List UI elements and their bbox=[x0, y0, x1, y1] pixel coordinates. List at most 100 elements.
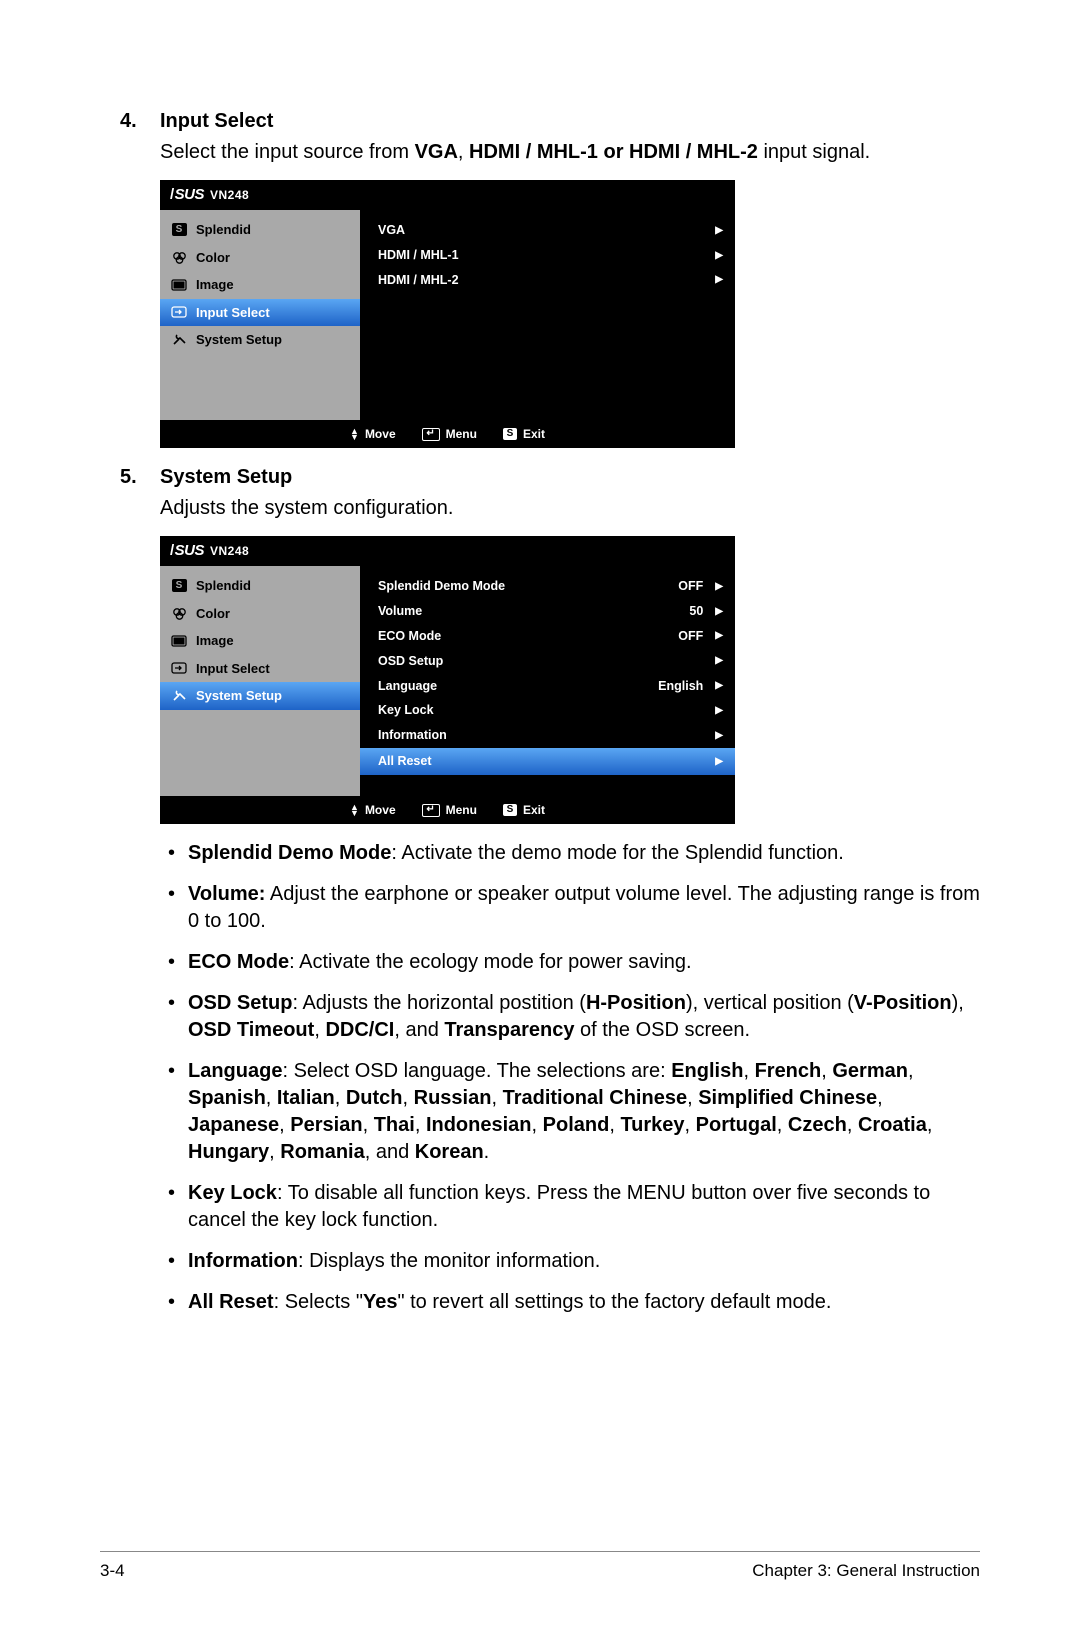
sidebar-item-color[interactable]: Color bbox=[160, 244, 360, 272]
sidebar-item-system-setup[interactable]: System Setup bbox=[160, 682, 360, 710]
sidebar-item-input-select[interactable]: Input Select bbox=[160, 655, 360, 683]
option-hdmi-1[interactable]: HDMI / MHL-1 ▶ bbox=[378, 243, 723, 268]
option-label: All Reset bbox=[378, 753, 432, 770]
option-vga[interactable]: VGA ▶ bbox=[378, 218, 723, 243]
text-bold: Dutch bbox=[346, 1087, 403, 1109]
osd-header: SUS VN248 bbox=[160, 180, 735, 210]
image-icon bbox=[170, 634, 188, 648]
text-bold: Simplified Chinese bbox=[698, 1087, 877, 1109]
sidebar-item-label: Input Select bbox=[196, 660, 270, 678]
text-bold: VGA bbox=[415, 141, 458, 163]
osd-footer: ▲▼ Move ↵ Menu S Exit bbox=[160, 796, 735, 824]
option-label: Volume bbox=[378, 603, 422, 620]
list-item: ECO Mode: Activate the ecology mode for … bbox=[160, 949, 980, 976]
splendid-icon: S bbox=[170, 579, 188, 593]
text: : Adjusts the horizontal postition ( bbox=[292, 992, 586, 1014]
option-information[interactable]: Information ▶ bbox=[378, 723, 723, 748]
section-number: 5. bbox=[120, 464, 160, 491]
option-label: HDMI / MHL-2 bbox=[378, 272, 459, 289]
text-bold: Yes bbox=[363, 1291, 397, 1313]
image-icon bbox=[170, 278, 188, 292]
updown-icon: ▲▼ bbox=[350, 428, 359, 440]
text-bold: Indonesian bbox=[426, 1114, 532, 1136]
text-bold: Volume: bbox=[188, 883, 265, 905]
option-label: Information bbox=[378, 727, 447, 744]
option-all-reset[interactable]: All Reset ▶ bbox=[360, 748, 735, 775]
tools-icon bbox=[170, 689, 188, 703]
footer-menu: ↵ Menu bbox=[422, 426, 477, 442]
sidebar-item-color[interactable]: Color bbox=[160, 600, 360, 628]
option-label: VGA bbox=[378, 222, 405, 239]
option-splendid-demo[interactable]: Splendid Demo Mode OFF▶ bbox=[378, 574, 723, 599]
footer-label: Exit bbox=[523, 802, 545, 818]
input-icon bbox=[170, 305, 188, 319]
list-item: OSD Setup: Adjusts the horizontal postit… bbox=[160, 990, 980, 1044]
sidebar-item-splendid[interactable]: S Splendid bbox=[160, 572, 360, 600]
sidebar-item-label: Splendid bbox=[196, 577, 251, 595]
sidebar-item-system-setup[interactable]: System Setup bbox=[160, 326, 360, 354]
section-4-heading: 4. Input Select bbox=[120, 108, 980, 135]
text: , and bbox=[365, 1141, 415, 1163]
footer-exit: S Exit bbox=[503, 426, 545, 442]
sidebar-item-input-select[interactable]: Input Select bbox=[160, 299, 360, 327]
text: input signal. bbox=[758, 141, 870, 163]
text: : Activate the demo mode for the Splendi… bbox=[391, 842, 844, 864]
text: , bbox=[743, 1060, 754, 1082]
option-volume[interactable]: Volume 50▶ bbox=[378, 599, 723, 624]
text: : Activate the ecology mode for power sa… bbox=[289, 951, 691, 973]
text: , bbox=[927, 1114, 933, 1136]
option-label: ECO Mode bbox=[378, 628, 441, 645]
tools-icon bbox=[170, 333, 188, 347]
text-bold: V-Position bbox=[854, 992, 952, 1014]
sidebar-item-image[interactable]: Image bbox=[160, 271, 360, 299]
text: " to revert all settings to the factory … bbox=[397, 1291, 831, 1313]
text-bold: HDMI / MHL-1 or HDMI / MHL-2 bbox=[469, 141, 758, 163]
footer-exit: S Exit bbox=[503, 802, 545, 818]
sidebar-item-image[interactable]: Image bbox=[160, 627, 360, 655]
footer-move: ▲▼ Move bbox=[350, 426, 396, 442]
chevron-right-icon: ▶ bbox=[715, 224, 723, 238]
option-label: HDMI / MHL-1 bbox=[378, 247, 459, 264]
text-bold: Poland bbox=[543, 1114, 610, 1136]
text-bold: Splendid Demo Mode bbox=[188, 842, 391, 864]
chevron-right-icon: ▶ bbox=[715, 249, 723, 263]
option-language[interactable]: Language English▶ bbox=[378, 674, 723, 699]
text: Select the input source from bbox=[160, 141, 415, 163]
option-key-lock[interactable]: Key Lock ▶ bbox=[378, 698, 723, 723]
text-bold: Persian bbox=[290, 1114, 362, 1136]
footer-label: Exit bbox=[523, 426, 545, 442]
section-4-body: Select the input source from VGA, HDMI /… bbox=[160, 139, 980, 166]
list-item: Key Lock: To disable all function keys. … bbox=[160, 1180, 980, 1234]
option-hdmi-2[interactable]: HDMI / MHL-2 ▶ bbox=[378, 268, 723, 293]
text-bold: Transparency bbox=[444, 1019, 574, 1041]
sidebar-item-label: Color bbox=[196, 605, 230, 623]
sidebar-item-splendid[interactable]: S Splendid bbox=[160, 216, 360, 244]
s-icon: S bbox=[503, 804, 517, 816]
chevron-right-icon: ▶ bbox=[715, 704, 723, 718]
option-label: Key Lock bbox=[378, 702, 434, 719]
option-label: OSD Setup bbox=[378, 653, 443, 670]
text-bold: Thai bbox=[374, 1114, 415, 1136]
text-bold: English bbox=[671, 1060, 743, 1082]
osd-panel-input-select: SUS VN248 S Splendid Color Image bbox=[160, 180, 735, 448]
footer-label: Menu bbox=[446, 426, 477, 442]
footer-label: Move bbox=[365, 802, 396, 818]
text: , bbox=[908, 1060, 914, 1082]
model-label: VN248 bbox=[210, 187, 249, 203]
section-5-body: Adjusts the system configuration. bbox=[160, 495, 980, 522]
text: : Displays the monitor information. bbox=[298, 1250, 600, 1272]
option-value: English bbox=[658, 678, 703, 695]
text-bold: Spanish bbox=[188, 1087, 266, 1109]
text: ), vertical position ( bbox=[686, 992, 854, 1014]
text-bold: Czech bbox=[788, 1114, 847, 1136]
enter-icon: ↵ bbox=[422, 428, 440, 441]
text: . bbox=[484, 1141, 490, 1163]
option-osd-setup[interactable]: OSD Setup ▶ bbox=[378, 649, 723, 674]
text: , bbox=[491, 1087, 502, 1109]
option-value: 50 bbox=[689, 603, 703, 620]
text-bold: Russian bbox=[414, 1087, 492, 1109]
option-eco-mode[interactable]: ECO Mode OFF▶ bbox=[378, 624, 723, 649]
page-number: 3-4 bbox=[100, 1560, 125, 1583]
text: , bbox=[279, 1114, 290, 1136]
text-bold: Korean bbox=[415, 1141, 484, 1163]
